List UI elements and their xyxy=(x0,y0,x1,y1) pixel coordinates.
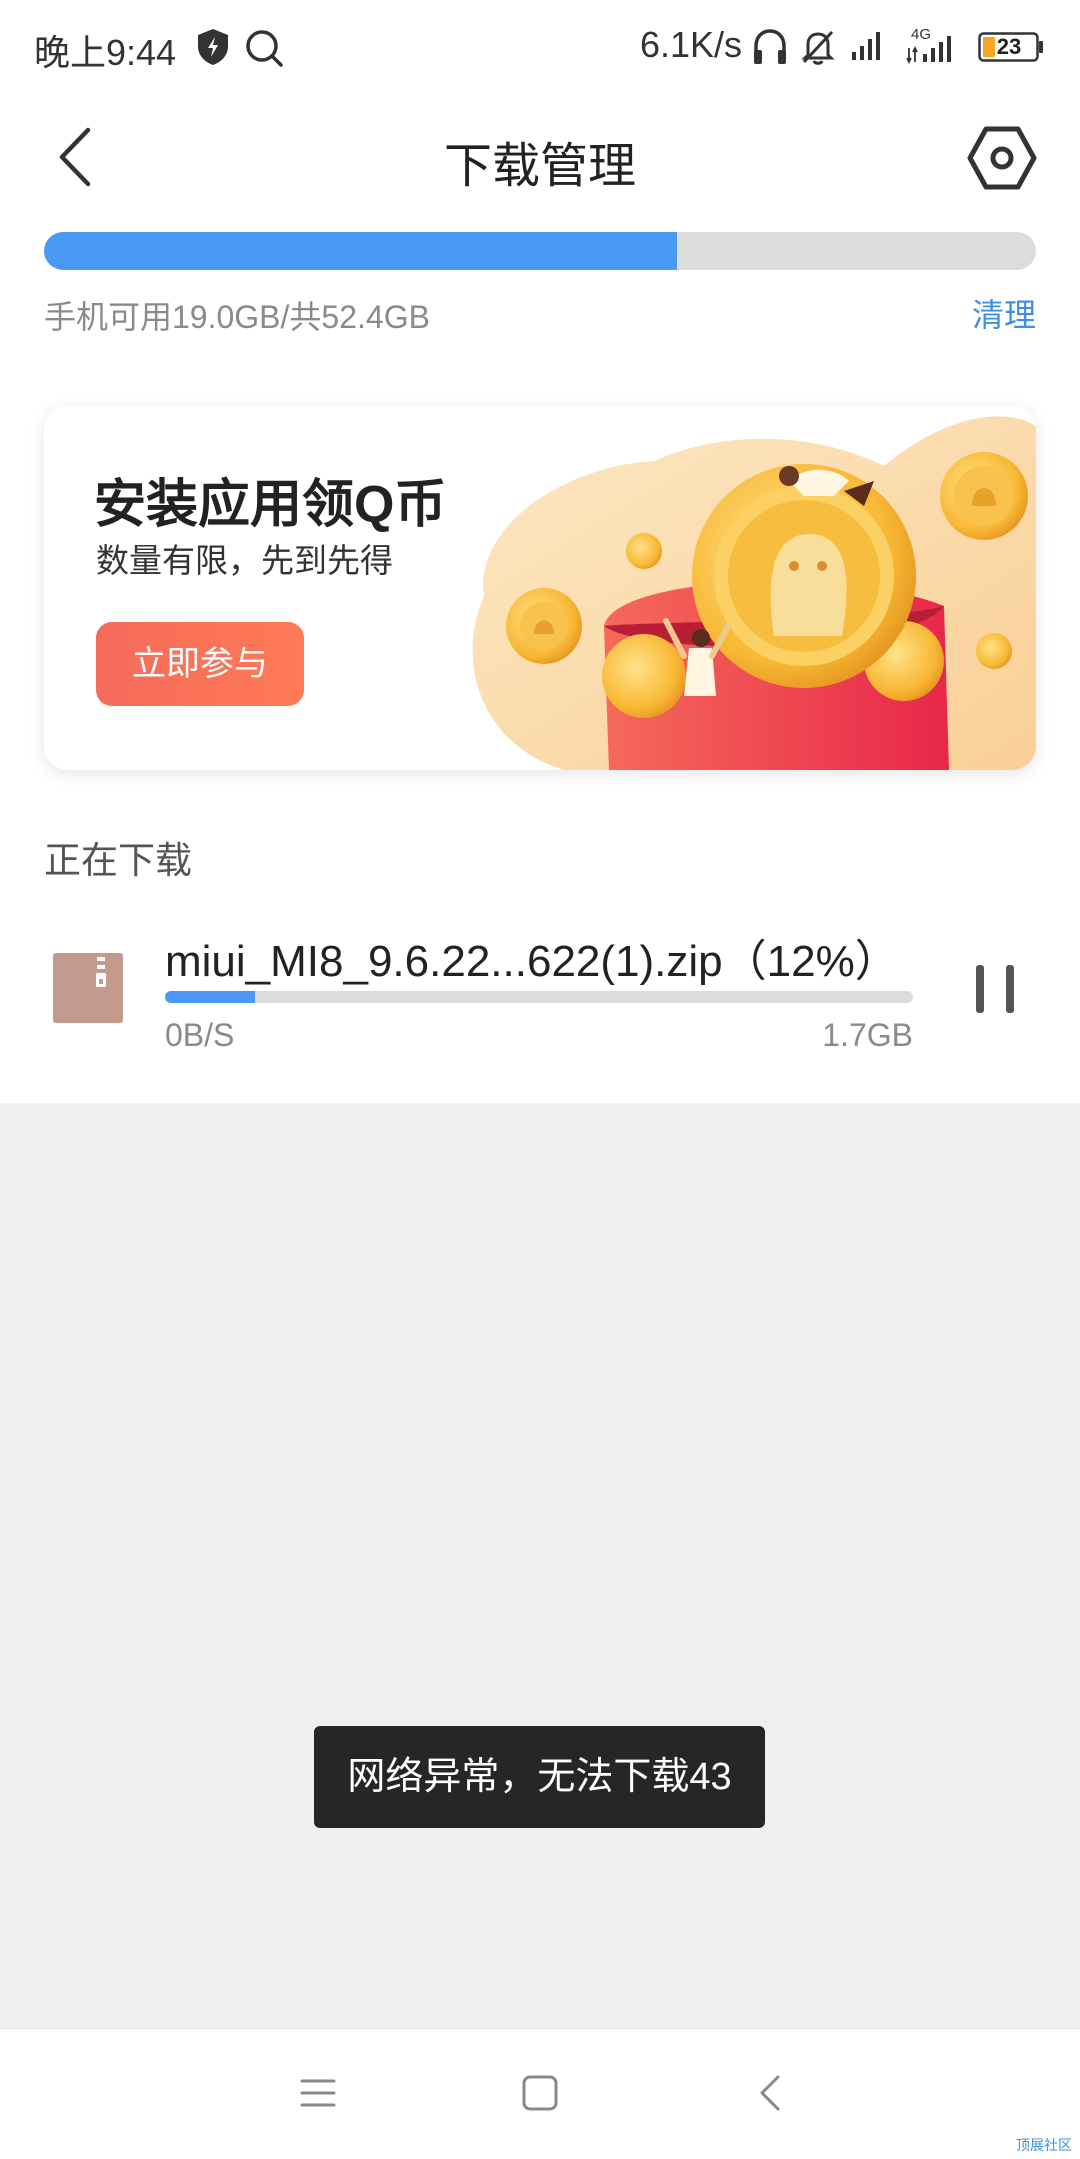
download-progress-bar xyxy=(165,991,913,1003)
file-name: miui_MI8_9.6.22...622(1).zip（12%） xyxy=(165,937,899,986)
pause-icon[interactable] xyxy=(970,961,1022,1017)
network-speed: 6.1K/s xyxy=(640,24,743,65)
signal-4g-icon: 4G xyxy=(906,26,951,64)
promo-banner[interactable]: 安装应用领Q币 数量有限，先到先得 立即参与 xyxy=(44,406,1036,770)
file-size: 1.7GB xyxy=(822,1017,913,1053)
system-nav-bar: 顶展社区 xyxy=(0,2028,1080,2159)
mute-bell-icon xyxy=(801,30,835,65)
settings-icon[interactable] xyxy=(966,122,1038,194)
toast-message: 网络异常，无法下载43 xyxy=(314,1726,765,1828)
storage-info: 手机可用19.0GB/共52.4GB xyxy=(44,299,430,335)
signal-icon xyxy=(852,32,880,60)
banner-title: 安装应用领Q币 xyxy=(94,476,447,534)
page-title: 下载管理 xyxy=(443,140,636,193)
zip-file-icon xyxy=(53,953,123,1023)
headphones-icon xyxy=(754,29,786,64)
download-progress-fill xyxy=(165,991,255,1003)
banner-subtitle: 数量有限，先到先得 xyxy=(96,542,393,579)
clean-button[interactable]: 清理 xyxy=(972,290,1036,336)
status-bar: 晚上9:44 6.1K/s 4G 23 xyxy=(0,0,1080,96)
battery-level: 23 xyxy=(996,34,1022,59)
search-icon xyxy=(246,30,283,67)
status-time: 晚上9:44 xyxy=(34,32,177,73)
join-now-button[interactable]: 立即参与 xyxy=(96,622,304,706)
menu-icon[interactable] xyxy=(296,2071,340,2115)
banner-illustration xyxy=(472,416,1036,770)
section-title-downloading: 正在下载 xyxy=(44,840,192,881)
download-item[interactable]: miui_MI8_9.6.22...622(1).zip（12%） 0B/S 1… xyxy=(0,905,1080,1075)
storage-progress-fill xyxy=(44,232,677,270)
download-speed: 0B/S xyxy=(165,1017,235,1053)
shield-icon xyxy=(198,29,228,65)
watermark: 顶展社区 xyxy=(1016,2137,1072,2153)
app-header: 下载管理 xyxy=(0,100,1080,210)
storage-progress-bar xyxy=(44,232,1036,270)
network-type-label: 4G xyxy=(911,26,931,43)
home-icon[interactable] xyxy=(516,2069,564,2117)
nav-back-icon[interactable] xyxy=(750,2069,790,2117)
